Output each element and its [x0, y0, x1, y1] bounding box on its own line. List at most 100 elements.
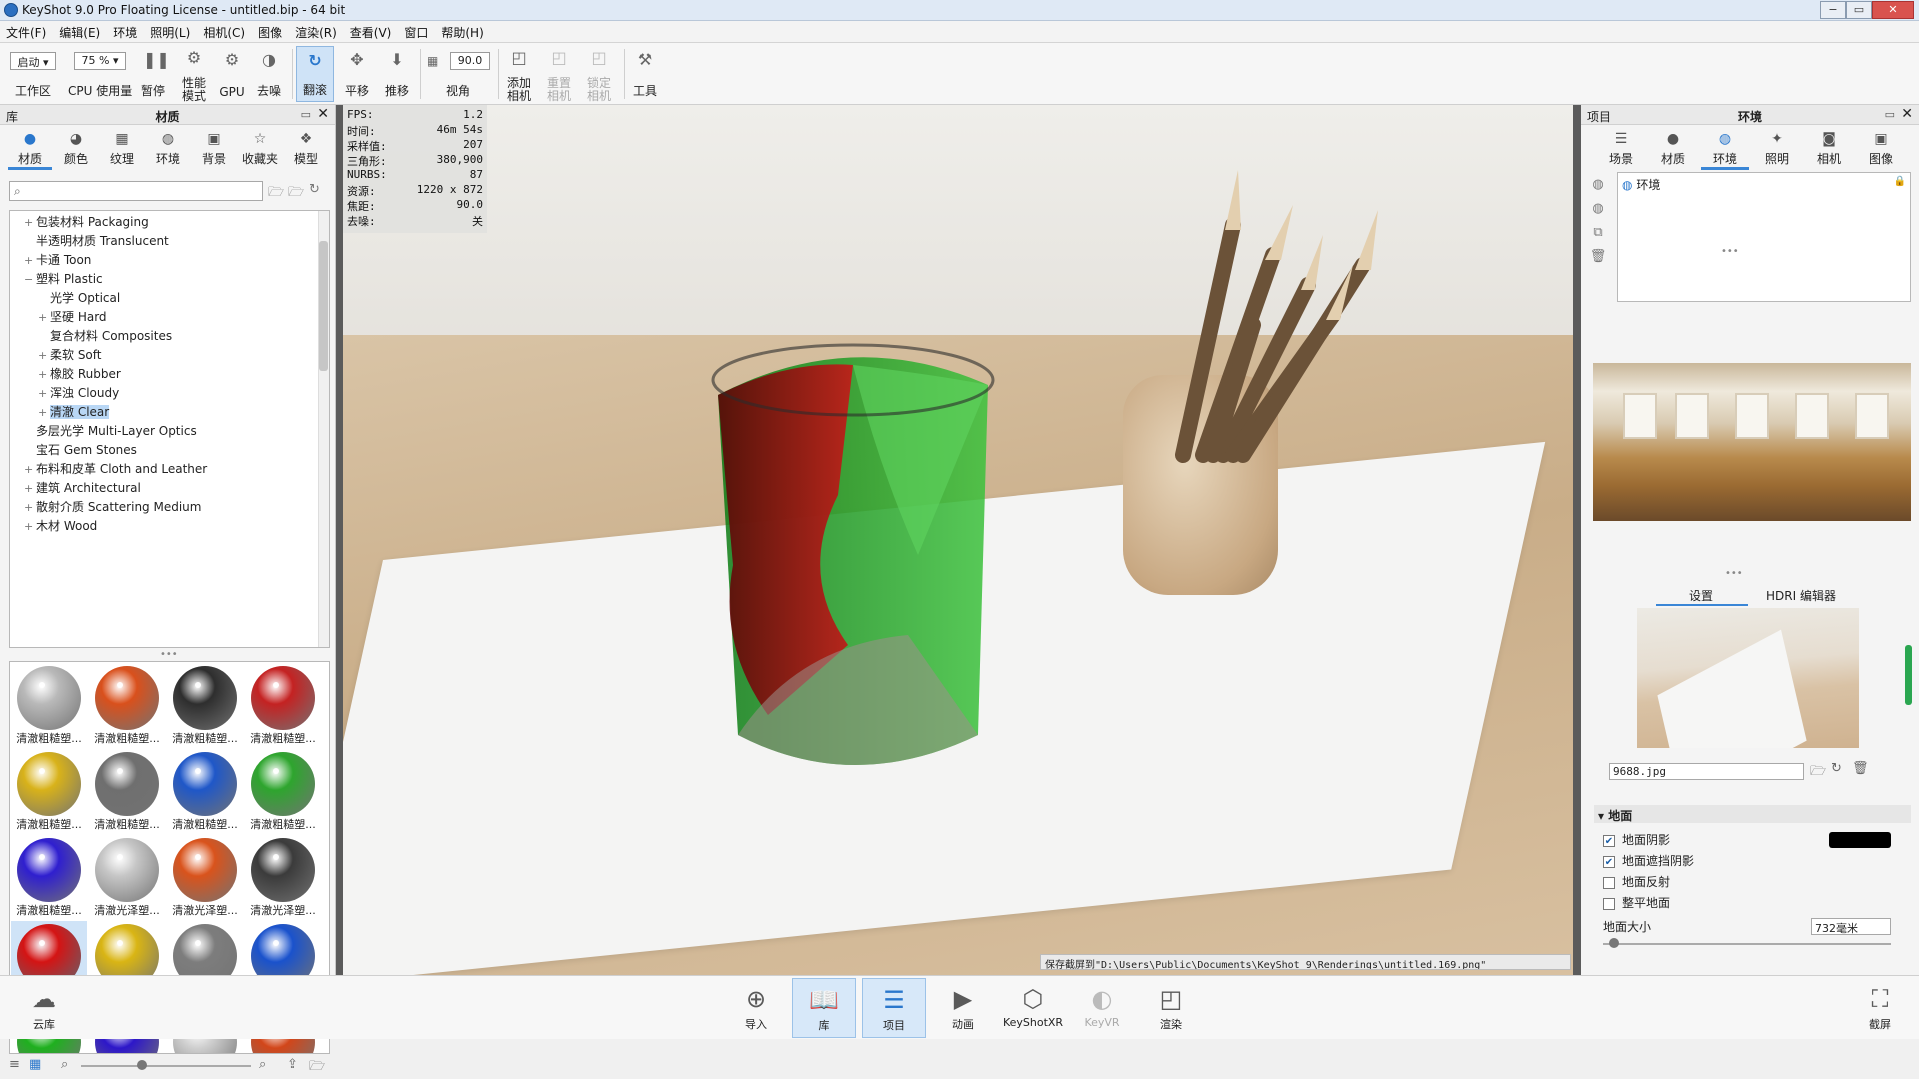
tree-item[interactable]: + 散射介质 Scattering Medium	[10, 498, 320, 517]
expand-icon[interactable]: +	[24, 213, 36, 232]
ground-shadow-color-swatch[interactable]	[1829, 832, 1891, 848]
pan-button[interactable]: ✥ 平移	[340, 46, 374, 102]
undock-icon[interactable]: ▭	[1885, 108, 1895, 121]
splitter-handle[interactable]: •••	[1725, 568, 1743, 579]
add-camera-button[interactable]: ◰ 添加 相机	[502, 46, 536, 103]
tree-item[interactable]: 宝石 Gem Stones	[10, 441, 320, 460]
splitter-handle[interactable]: •••	[1721, 246, 1739, 257]
checkbox-box[interactable]	[1603, 876, 1615, 889]
tree-item[interactable]: 光学 Optical	[10, 289, 320, 308]
close-panel-icon[interactable]: ✕	[317, 106, 329, 122]
environment-list-item[interactable]: ◍ 环境	[1622, 176, 1660, 193]
animation-button[interactable]: ▶ 动画	[931, 978, 995, 1038]
screenshot-button[interactable]: ⛶ 截屏	[1848, 978, 1912, 1038]
copy-environment-icon[interactable]: ⧉	[1589, 225, 1607, 243]
checkbox-box[interactable]: ✔	[1603, 855, 1615, 868]
library-search[interactable]: ⌕	[9, 181, 263, 201]
material-thumbnail[interactable]: 清澈光泽塑...	[245, 835, 321, 919]
right-splitter[interactable]	[1573, 105, 1581, 975]
ground-occlusion-checkbox[interactable]: ✔ 地面遮挡阴影	[1603, 852, 1694, 870]
tree-item[interactable]: + 建筑 Architectural	[10, 479, 320, 498]
import-folder-icon[interactable]: 🗁	[288, 183, 304, 205]
tab-image[interactable]: ▣ 图像	[1857, 128, 1905, 170]
hdri-panorama-preview[interactable]	[1593, 363, 1911, 521]
ground-size-slider[interactable]	[1603, 943, 1891, 945]
menu-view[interactable]: 查看(V)	[344, 21, 399, 41]
menu-camera[interactable]: 相机(C)	[197, 21, 252, 41]
render-viewport[interactable]: FPS: 1.2 时间: 46m 54s 采样值: 207 三角形: 380,900 NURBS…	[343, 105, 1573, 975]
workspace-select[interactable]: 启动 ▾	[10, 52, 56, 70]
tumble-button[interactable]: ↻ 翻滚	[296, 46, 334, 102]
material-thumbnail[interactable]: 清澈粗糙塑...	[89, 663, 165, 747]
ground-section-header[interactable]: ▾ 地面	[1594, 805, 1911, 823]
add-environment-icon[interactable]: ◍	[1589, 177, 1607, 195]
tab-camera[interactable]: ◙ 相机	[1805, 128, 1853, 170]
undock-icon[interactable]: ▭	[301, 108, 311, 121]
checkbox-box[interactable]: ✔	[1603, 834, 1615, 847]
material-thumbnail[interactable]: 清澈粗糙塑...	[11, 749, 87, 833]
close-panel-icon[interactable]: ✕	[1901, 106, 1913, 122]
splitter-handle[interactable]: •••	[160, 649, 178, 660]
tree-item[interactable]: + 木材 Wood	[10, 517, 320, 536]
flatten-ground-checkbox[interactable]: 整平地面	[1603, 894, 1670, 912]
delete-icon[interactable]: 🗑	[1589, 249, 1607, 267]
tree-item[interactable]: 复合材料 Composites	[10, 327, 320, 346]
denoise-button[interactable]: ◑ 去噪	[252, 46, 286, 102]
tree-item[interactable]: 多层光学 Multi-Layer Optics	[10, 422, 320, 441]
tools-button[interactable]: ⚒ 工具	[628, 46, 662, 102]
tree-item[interactable]: + 坚硬 Hard	[10, 308, 320, 327]
close-window-button[interactable]: ✕	[1872, 1, 1914, 19]
material-thumbnail[interactable]: 清澈粗糙塑...	[167, 749, 243, 833]
duplicate-environment-icon[interactable]: ◍	[1589, 201, 1607, 219]
ground-reflections-checkbox[interactable]: 地面反射	[1603, 873, 1670, 891]
tab-environments[interactable]: ◍ 环境	[146, 128, 190, 170]
performance-mode-button[interactable]: ⚙ 性能 模式	[176, 46, 212, 103]
tree-item[interactable]: + 布料和皮革 Cloth and Leather	[10, 460, 320, 479]
expand-icon[interactable]: +	[24, 460, 36, 479]
expand-icon[interactable]: +	[24, 251, 36, 270]
menu-render[interactable]: 渲染(R)	[289, 21, 344, 41]
minimize-button[interactable]: −	[1820, 1, 1846, 19]
tab-environment[interactable]: ◍ 环境	[1701, 128, 1749, 170]
menu-edit[interactable]: 编辑(E)	[53, 21, 107, 41]
tab-materials[interactable]: ● 材质	[8, 128, 52, 170]
list-view-icon[interactable]: ≡	[9, 1057, 20, 1072]
left-splitter[interactable]	[336, 105, 343, 975]
library-button[interactable]: 📖 库	[792, 978, 856, 1038]
expand-icon[interactable]: +	[38, 384, 50, 403]
material-thumbnail[interactable]: 清澈粗糙塑...	[245, 749, 321, 833]
ground-shadows-checkbox[interactable]: ✔ 地面阴影	[1603, 831, 1670, 849]
lock-icon[interactable]: 🔒	[1894, 176, 1906, 187]
folder-icon[interactable]: 🗁	[268, 183, 284, 205]
expand-icon[interactable]: +	[38, 308, 50, 327]
maximize-button[interactable]: ▭	[1846, 1, 1872, 19]
tree-item[interactable]: + 橡胶 Rubber	[10, 365, 320, 384]
tab-lighting[interactable]: ✦ 照明	[1753, 128, 1801, 170]
expand-icon[interactable]: +	[24, 517, 36, 536]
refresh-icon[interactable]: ↻	[1831, 761, 1842, 776]
material-thumbnail[interactable]: 清澈粗糙塑...	[11, 835, 87, 919]
material-thumbnail[interactable]: 清澈粗糙塑...	[245, 663, 321, 747]
material-thumbnail[interactable]: 清澈粗糙塑...	[167, 663, 243, 747]
tab-project-materials[interactable]: ● 材质	[1649, 128, 1697, 170]
expand-icon[interactable]: +	[24, 498, 36, 517]
tree-item[interactable]: + 柔软 Soft	[10, 346, 320, 365]
menu-help[interactable]: 帮助(H)	[435, 21, 490, 41]
menu-file[interactable]: 文件(F)	[0, 21, 53, 41]
tab-hdri-editor[interactable]: HDRI 编辑器	[1766, 587, 1836, 604]
checkbox-box[interactable]	[1603, 897, 1615, 910]
tab-favorites[interactable]: ☆ 收藏夹	[238, 128, 282, 170]
cpu-usage-select[interactable]: 75 % ▾	[74, 52, 126, 70]
material-thumbnail[interactable]: 清澈光泽塑...	[89, 835, 165, 919]
folder-sync-icon[interactable]: 🗁	[309, 1057, 325, 1079]
zoom-out-icon[interactable]: ⌕	[61, 1057, 68, 1072]
import-button[interactable]: ⊕ 导入	[724, 978, 788, 1038]
ground-size-slider-handle[interactable]	[1609, 938, 1619, 948]
tab-scene[interactable]: ☰ 场景	[1597, 128, 1645, 170]
dolly-button[interactable]: ⬇ 推移	[380, 46, 414, 102]
keyvr-button[interactable]: ◐ KeyVR	[1070, 978, 1134, 1038]
thumbnail-size-slider[interactable]	[81, 1065, 251, 1067]
grid-view-icon[interactable]: ▦	[29, 1057, 41, 1072]
hdri-file-field[interactable]: 9688.jpg	[1609, 763, 1804, 780]
menu-lighting[interactable]: 照明(L)	[144, 21, 197, 41]
